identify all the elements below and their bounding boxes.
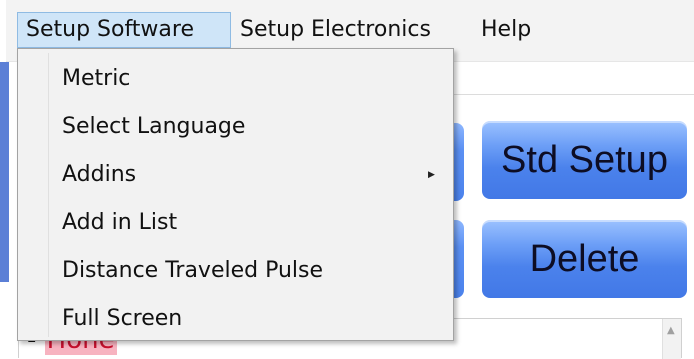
- vertical-scrollbar[interactable]: ▲: [662, 319, 681, 359]
- window-edge: [0, 0, 6, 62]
- menu-item-select-language[interactable]: Select Language: [62, 109, 245, 145]
- scroll-up-arrow-icon[interactable]: ▲: [667, 325, 675, 336]
- setup-software-dropdown-menu: Metric Select Language Addins ▶ Add in L…: [17, 48, 454, 341]
- delete-button[interactable]: Delete: [482, 220, 687, 298]
- menu-item-add-in-list[interactable]: Add in List: [62, 205, 177, 241]
- triangle-right-icon: ▶: [428, 170, 435, 180]
- menu-setup-software[interactable]: Setup Software: [17, 12, 231, 48]
- menu-item-distance-traveled-pulse[interactable]: Distance Traveled Pulse: [62, 253, 323, 289]
- menu-item-full-screen[interactable]: Full Screen: [62, 301, 182, 337]
- menu-item-metric[interactable]: Metric: [62, 61, 130, 97]
- std-setup-button[interactable]: Std Setup: [482, 121, 687, 199]
- menu-icon-gutter: [48, 53, 49, 337]
- menu-help[interactable]: Help: [481, 12, 531, 48]
- window-side-strip: [0, 62, 9, 282]
- menu-setup-electronics[interactable]: Setup Electronics: [240, 12, 431, 48]
- menu-item-addins[interactable]: Addins: [62, 157, 442, 193]
